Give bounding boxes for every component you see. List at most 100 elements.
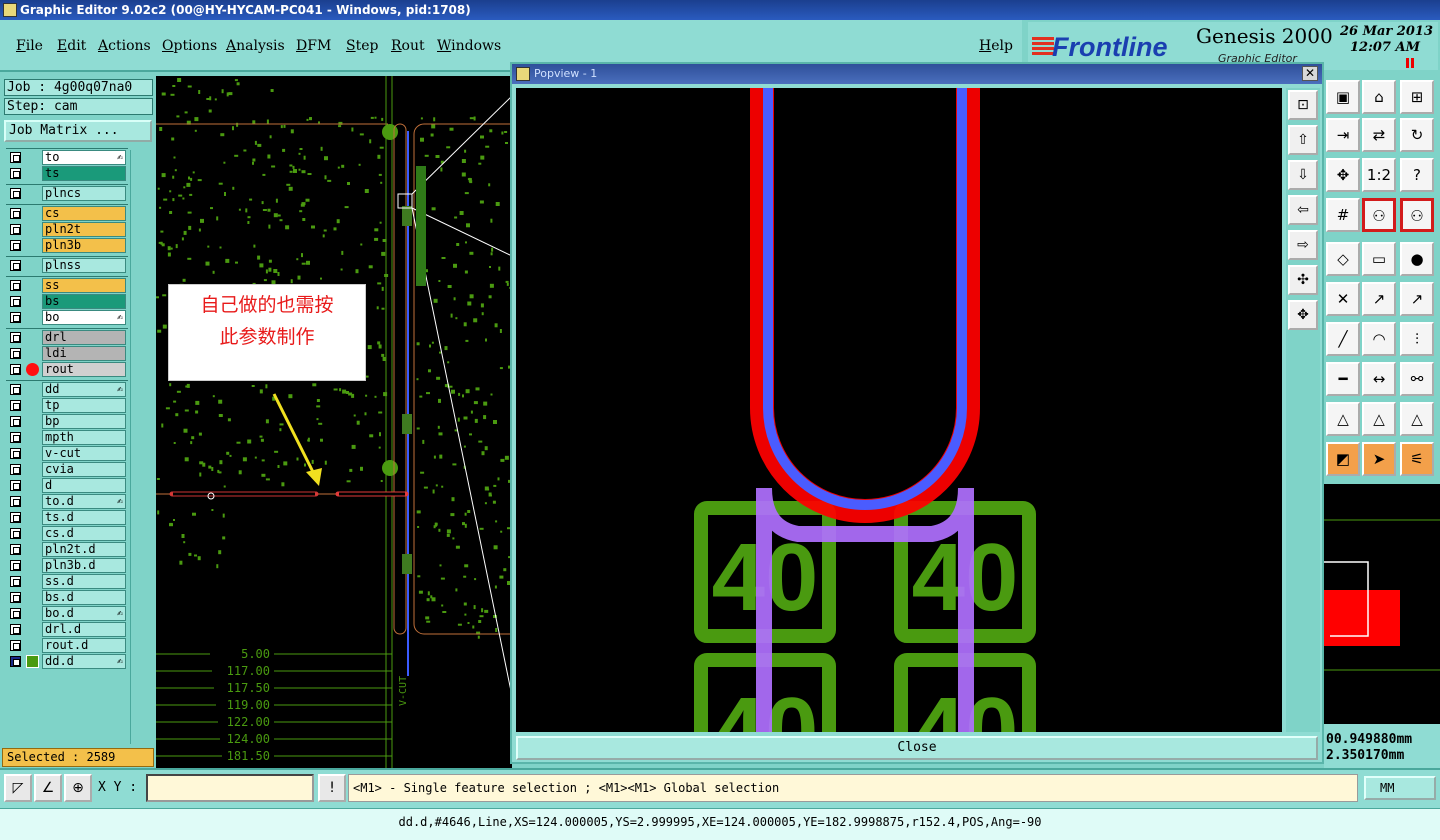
line-icon[interactable]: ╱ (1326, 322, 1360, 356)
layer-row[interactable]: to.d ✍ (6, 494, 128, 509)
snap-icon[interactable]: ⇥ (1326, 118, 1360, 152)
pan-up-icon[interactable]: ⇧ (1288, 125, 1318, 155)
home-icon[interactable]: ⌂ (1362, 80, 1396, 114)
layer-row[interactable]: d (6, 478, 128, 493)
layer-name[interactable]: cs (42, 206, 126, 221)
layer-checkbox[interactable] (10, 384, 21, 395)
layer-checkbox[interactable] (10, 528, 21, 539)
popview-close-button[interactable]: Close (516, 736, 1318, 760)
rotate-icon[interactable]: ↻ (1400, 118, 1434, 152)
layer-checkbox[interactable] (10, 512, 21, 523)
pad-icon[interactable]: ● (1400, 242, 1434, 276)
layer-checkbox[interactable] (10, 448, 21, 459)
layer-row[interactable]: ts.d (6, 510, 128, 525)
layer-row[interactable]: dd ✍ (6, 382, 128, 397)
zoom-area-icon[interactable]: ◸ (4, 774, 32, 802)
cross-icon[interactable]: ✕ (1326, 282, 1360, 316)
zoom-fit-icon[interactable]: ✣ (1288, 265, 1318, 295)
layer-checkbox[interactable] (10, 364, 21, 375)
layer-name[interactable]: pln3b (42, 238, 126, 253)
layer-checkbox[interactable] (10, 152, 21, 163)
measure-tool-icon[interactable]: ∠ (34, 774, 62, 802)
connect-icon[interactable]: ⚯ (1400, 362, 1434, 396)
layer-checkbox[interactable] (10, 224, 21, 235)
layer-row[interactable]: pln2t (6, 222, 128, 237)
draw-icon[interactable]: ◇ (1326, 242, 1360, 276)
layer-row[interactable]: cs (6, 206, 128, 221)
layer-name[interactable]: rout (42, 362, 126, 377)
triangle-icon[interactable]: △ (1326, 402, 1360, 436)
layer-checkbox[interactable] (10, 188, 21, 199)
job-matrix-button[interactable]: Job Matrix ... (4, 120, 152, 142)
layer-checkbox[interactable] (10, 640, 21, 651)
display-icon[interactable]: ▣ (1326, 80, 1360, 114)
layer-name[interactable]: drl.d (42, 622, 126, 637)
layer-name[interactable]: plnss (42, 258, 126, 273)
layer-row[interactable]: ss.d (6, 574, 128, 589)
layer-checkbox[interactable] (10, 576, 21, 587)
layer-row[interactable]: drl (6, 330, 128, 345)
layer-row[interactable]: drl.d (6, 622, 128, 637)
layer-checkbox[interactable] (10, 312, 21, 323)
flip-icon[interactable]: ⫶ (1400, 322, 1434, 356)
move-icon[interactable]: ✥ (1326, 158, 1360, 192)
layer-checkbox[interactable] (10, 656, 21, 667)
layer-checkbox[interactable] (10, 608, 21, 619)
layer-name[interactable]: to.d ✍ (42, 494, 126, 509)
layer-name[interactable]: rout.d (42, 638, 126, 653)
triangle-b-icon[interactable]: △ (1362, 402, 1396, 436)
pan-left-icon[interactable]: ⇦ (1288, 195, 1318, 225)
layer-row[interactable]: rout.d (6, 638, 128, 653)
layer-name[interactable]: v-cut (42, 446, 126, 461)
menu-options[interactable]: Options (162, 38, 217, 54)
mini-view[interactable] (1324, 484, 1440, 724)
layer-name[interactable]: pln2t.d (42, 542, 126, 557)
layer-list-scrollbar[interactable] (130, 150, 152, 744)
layer-checkbox[interactable] (10, 240, 21, 251)
layer-name[interactable]: drl (42, 330, 126, 345)
layer-checkbox[interactable] (10, 480, 21, 491)
mirror-icon[interactable]: ⇄ (1362, 118, 1396, 152)
layer-name[interactable]: bp (42, 414, 126, 429)
layer-row[interactable]: bo ✍ (6, 310, 128, 325)
layer-checkbox[interactable] (10, 168, 21, 179)
menu-windows[interactable]: Windows (437, 38, 501, 54)
layer-name[interactable]: to ✍ (42, 150, 126, 165)
graphic-canvas[interactable]: 5.00 117.00 117.50 119.00 122.00 124.00 181.50… (156, 76, 512, 768)
center-icon[interactable]: ✥ (1288, 300, 1318, 330)
layer-row[interactable]: ldi (6, 346, 128, 361)
menu-dfm[interactable]: DFM (296, 38, 331, 54)
layer-checkbox[interactable] (10, 280, 21, 291)
layer-row[interactable]: tp (6, 398, 128, 413)
layer-row[interactable]: bs (6, 294, 128, 309)
layer-row[interactable]: pln2t.d (6, 542, 128, 557)
layer-checkbox[interactable] (10, 544, 21, 555)
layer-checkbox[interactable] (10, 496, 21, 507)
units-select[interactable]: MM (1364, 776, 1436, 800)
layer-checkbox[interactable] (10, 332, 21, 343)
pan-down-icon[interactable]: ⇩ (1288, 160, 1318, 190)
layer-checkbox[interactable] (10, 260, 21, 271)
measure-icon[interactable]: ↗ (1362, 282, 1396, 316)
menu-edit[interactable]: Edit (57, 38, 86, 54)
layer-name[interactable]: tp (42, 398, 126, 413)
arc-icon[interactable]: ◠ (1362, 322, 1396, 356)
layer-name[interactable]: ldi (42, 346, 126, 361)
layer-name[interactable]: d (42, 478, 126, 493)
scale-icon[interactable]: 1:2 (1362, 158, 1396, 192)
menu-analysis[interactable]: Analysis (226, 38, 285, 54)
help-icon[interactable]: ? (1400, 158, 1434, 192)
layer-name[interactable]: ts.d (42, 510, 126, 525)
layer-row[interactable]: ts (6, 166, 128, 181)
route-icon[interactable]: ⚟ (1400, 442, 1434, 476)
net-select-icon[interactable]: ⚇ (1362, 198, 1396, 232)
layer-checkbox[interactable] (10, 348, 21, 359)
layer-row[interactable]: dd.d ✍ (6, 654, 128, 669)
layer-row[interactable]: bs.d (6, 590, 128, 605)
layer-name[interactable]: pln3b.d (42, 558, 126, 573)
layer-checkbox[interactable] (10, 296, 21, 307)
menu-file[interactable]: File (16, 38, 43, 54)
layer-row[interactable]: bo.d ✍ (6, 606, 128, 621)
layer-row[interactable]: ss (6, 278, 128, 293)
layer-row[interactable]: pln3b.d (6, 558, 128, 573)
